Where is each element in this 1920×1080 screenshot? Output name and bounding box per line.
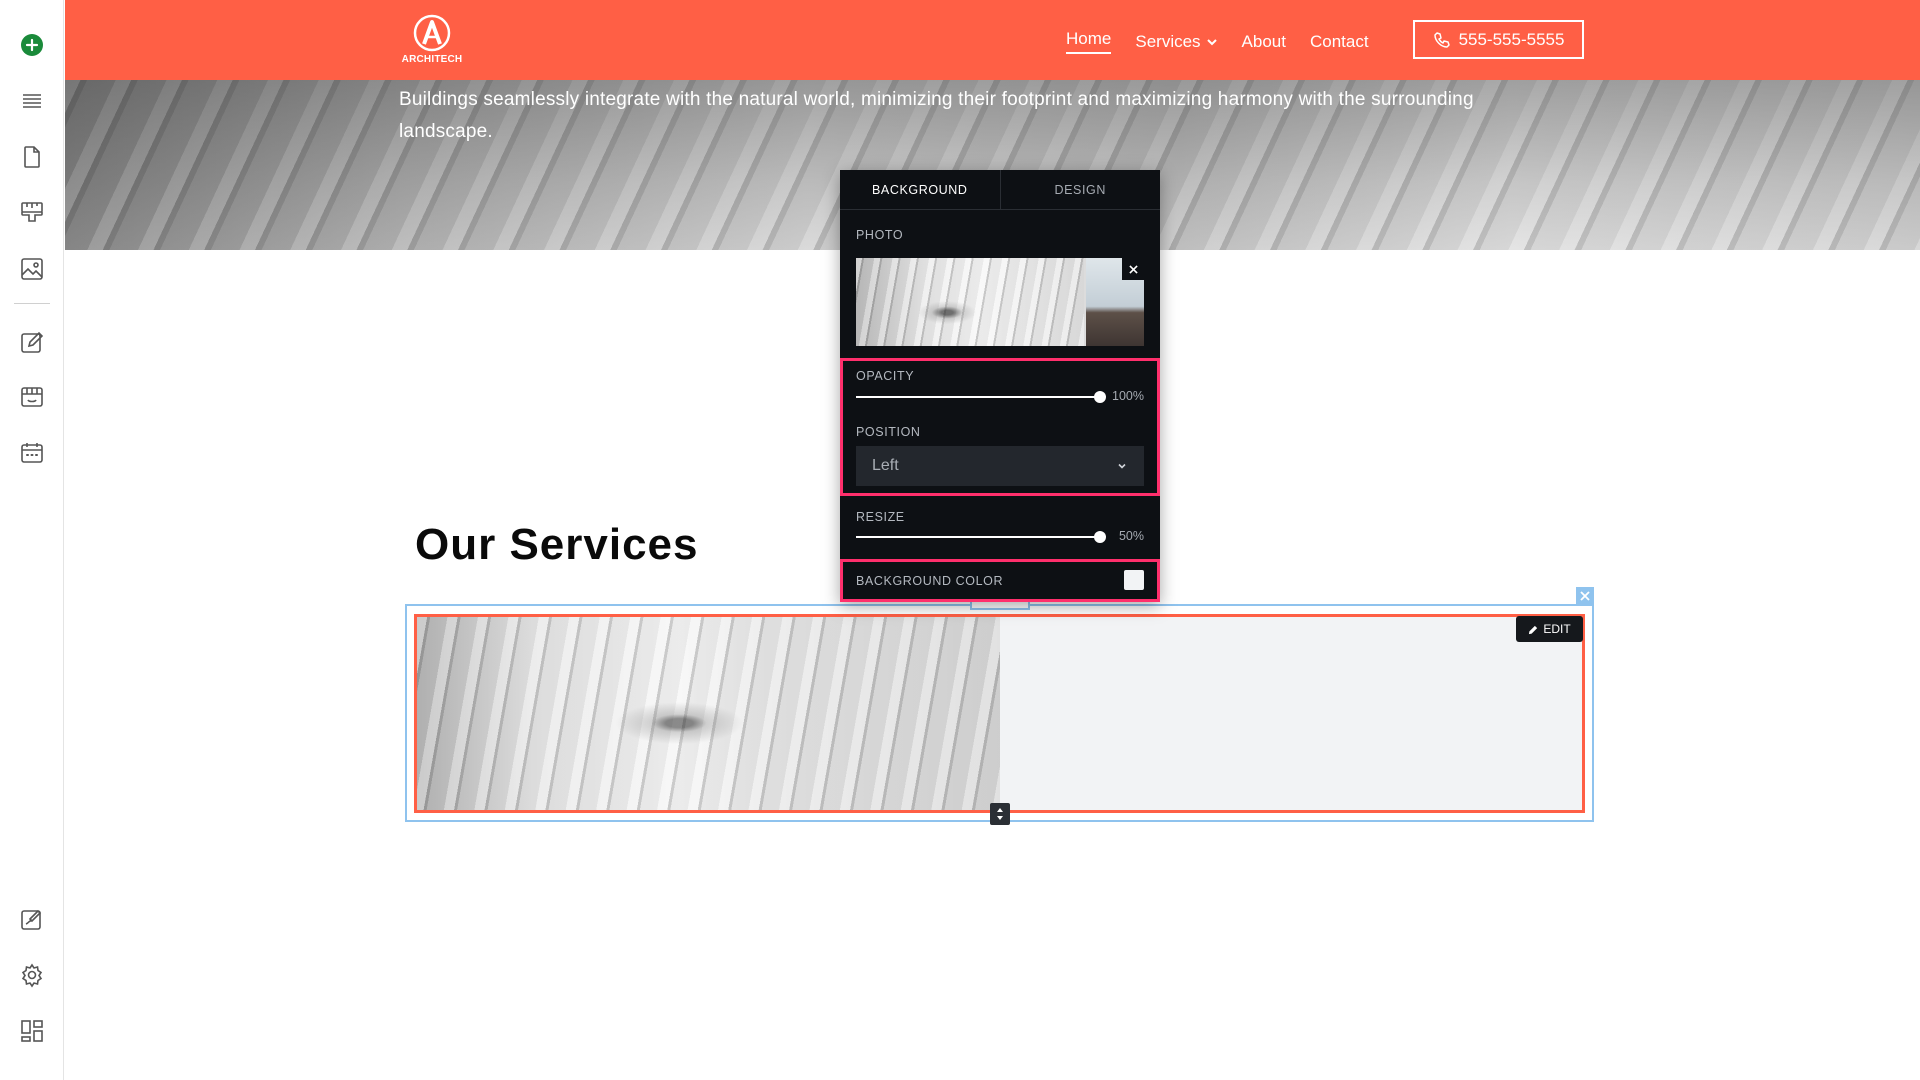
pencil-icon [1529, 625, 1538, 634]
apps-icon[interactable] [16, 1015, 48, 1047]
nav-contact[interactable]: Contact [1310, 32, 1369, 52]
site-logo[interactable]: ARCHITECH [399, 13, 465, 65]
nav-home[interactable]: Home [1066, 29, 1112, 54]
position-label: POSITION [856, 425, 921, 439]
hero-text: Buildings seamlessly integrate with the … [399, 89, 1474, 142]
edit-label: EDIT [1543, 622, 1571, 636]
photo-thumbnail[interactable] [856, 258, 1144, 346]
layers-icon[interactable] [16, 84, 48, 116]
nav-about[interactable]: About [1242, 32, 1286, 52]
background-color-label: BACKGROUND COLOR [856, 574, 1004, 588]
resize-slider[interactable] [856, 531, 1106, 543]
background-color-swatch[interactable] [1124, 570, 1144, 590]
chevron-down-icon [1118, 463, 1126, 469]
remove-photo-icon[interactable] [1122, 258, 1144, 280]
thumbnail-main-photo [856, 258, 1084, 346]
services-title[interactable]: Our Services [415, 520, 699, 570]
resize-arrows-icon [997, 808, 1003, 820]
edit-icon[interactable] [16, 326, 48, 358]
store-icon[interactable] [16, 381, 48, 413]
logo-mark-icon [413, 14, 451, 52]
close-icon[interactable] [1576, 587, 1594, 605]
resize-slider-thumb[interactable] [1094, 531, 1106, 543]
paint-icon[interactable] [16, 196, 48, 228]
phone-number: 555-555-5555 [1458, 29, 1565, 49]
tab-design[interactable]: DESIGN [1001, 170, 1161, 209]
opacity-value: 100% [1112, 389, 1144, 403]
settings-icon[interactable] [16, 959, 48, 991]
pages-icon[interactable] [16, 141, 48, 173]
sidebar-divider [14, 303, 50, 304]
section-top-handle[interactable] [970, 601, 1030, 610]
panel-tabs: BACKGROUND DESIGN [840, 170, 1160, 210]
logo-text: ARCHITECH [401, 54, 463, 65]
photo-label: PHOTO [856, 228, 904, 242]
phone-button[interactable]: 555-555-5555 [1413, 20, 1584, 59]
tab-background[interactable]: BACKGROUND [840, 170, 1001, 209]
nav-services-label: Services [1135, 31, 1201, 51]
phone-icon [1433, 31, 1450, 48]
editor-sidebar [0, 0, 64, 1080]
resize-label: RESIZE [856, 510, 905, 524]
resize-value: 50% [1118, 529, 1144, 543]
media-icon[interactable] [16, 253, 48, 285]
edit-button[interactable]: EDIT [1516, 616, 1583, 642]
services-row[interactable] [414, 614, 1585, 813]
opacity-slider-track [856, 396, 1100, 398]
site-header: ARCHITECH Home Services About Contact 55… [65, 0, 1920, 80]
editor-root: ARCHITECH Home Services About Contact 55… [0, 0, 1920, 1080]
main-nav: Home Services About Contact [1066, 29, 1369, 54]
resize-slider-track [856, 536, 1100, 538]
chevron-down-icon [1206, 38, 1217, 45]
position-select[interactable]: Left [856, 446, 1144, 486]
row-background-photo [417, 617, 1000, 810]
resize-handle[interactable] [990, 803, 1010, 825]
design-icon[interactable] [16, 903, 48, 935]
opacity-label: OPACITY [856, 369, 915, 383]
calendar-icon[interactable] [16, 437, 48, 469]
nav-services[interactable]: Services [1135, 32, 1217, 52]
background-settings-panel: BACKGROUND DESIGN PHOTO OPACITY 100% POS… [840, 170, 1160, 602]
position-select-value: Left [872, 457, 899, 474]
add-icon[interactable] [16, 29, 48, 61]
opacity-slider[interactable] [856, 391, 1106, 403]
opacity-slider-thumb[interactable] [1094, 391, 1106, 403]
